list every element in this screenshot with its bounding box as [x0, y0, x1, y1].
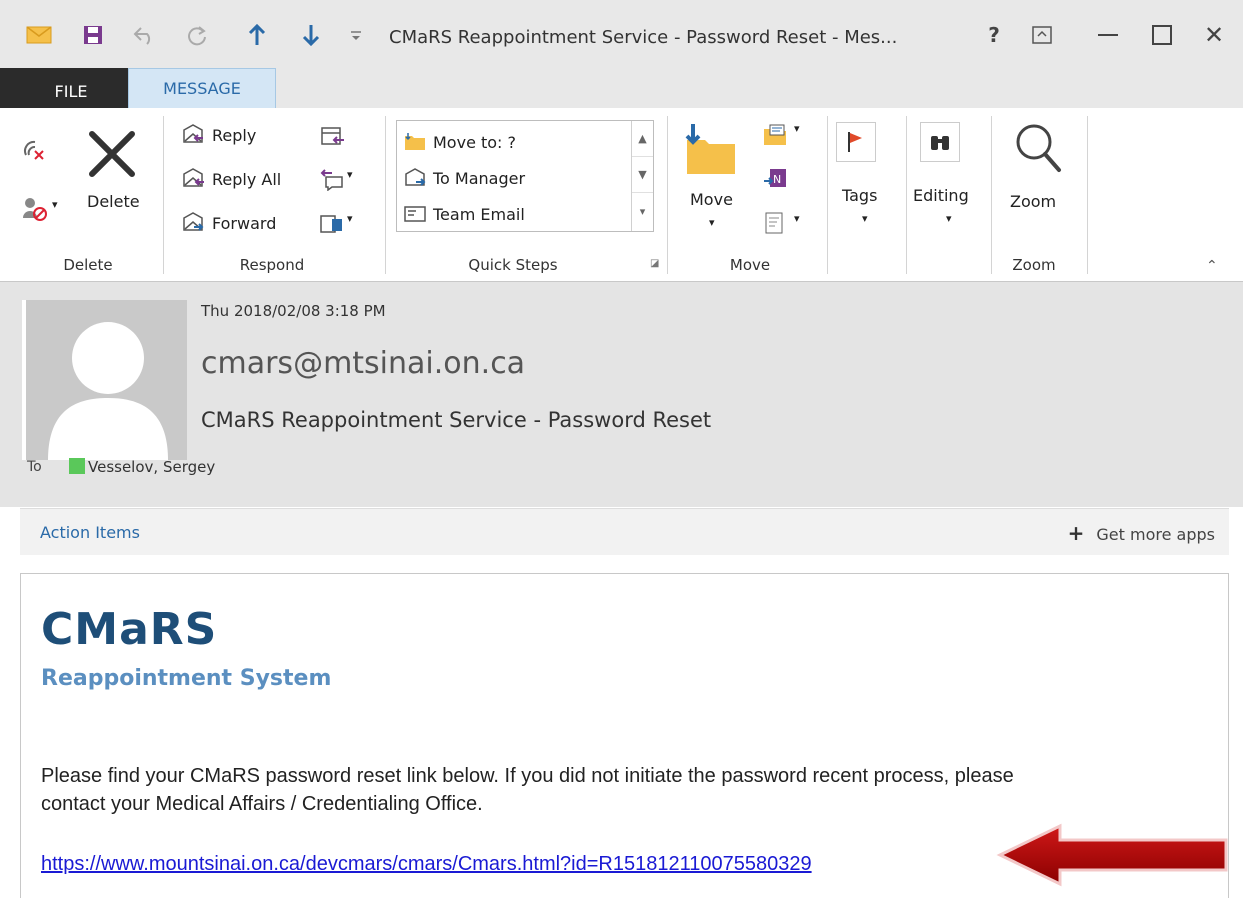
presence-indicator: [69, 458, 85, 474]
svg-text:N: N: [773, 173, 781, 186]
flag-icon[interactable]: [836, 122, 876, 162]
move-folder-icon[interactable]: [682, 120, 740, 180]
actions-dropdown-icon[interactable]: ▾: [794, 212, 800, 225]
editing-dropdown-icon[interactable]: ▾: [946, 212, 952, 225]
tags-dropdown-icon[interactable]: ▾: [862, 212, 868, 225]
junk-dropdown-icon[interactable]: ▾: [52, 198, 58, 211]
quick-step-team-email[interactable]: Team Email: [403, 199, 525, 229]
tab-row: FILE MESSAGE: [0, 68, 1243, 108]
zoom-group-label: Zoom: [1012, 256, 1056, 274]
group-separator: [991, 116, 992, 274]
reply-all-icon: [180, 166, 206, 192]
delete-x-icon[interactable]: [82, 124, 142, 184]
close-button[interactable]: ✕: [1196, 18, 1232, 52]
more-respond-icon[interactable]: [318, 210, 346, 238]
save-icon[interactable]: [76, 20, 110, 50]
password-reset-link[interactable]: https://www.mountsinai.on.ca/devcmars/cm…: [41, 853, 812, 876]
quick-steps-scrollbar[interactable]: ▲ ▼ ▾: [631, 121, 653, 231]
forward-button[interactable]: Forward: [212, 214, 276, 233]
zoom-magnifier-icon[interactable]: [1010, 118, 1066, 178]
scroll-down-icon[interactable]: ▼: [632, 157, 653, 193]
person-placeholder-icon: [48, 322, 168, 460]
im-reply-icon[interactable]: [318, 166, 346, 194]
customize-qat-icon[interactable]: [344, 20, 368, 50]
quick-steps-group-label: Quick Steps: [468, 256, 558, 274]
action-items-link[interactable]: Action Items: [40, 523, 140, 542]
help-button[interactable]: ?: [976, 18, 1012, 52]
group-separator: [667, 116, 668, 274]
window-title: CMaRS Reappointment Service - Password R…: [389, 27, 898, 48]
scroll-up-icon[interactable]: ▲: [632, 121, 653, 157]
avatar: [22, 300, 187, 460]
group-separator: [385, 116, 386, 274]
folder-icon: [403, 133, 427, 151]
cmars-logo-subtitle: Reappointment System: [41, 666, 332, 691]
move-group-label: Move: [729, 256, 771, 274]
meeting-reply-icon[interactable]: [318, 122, 346, 150]
email-icon: [403, 205, 427, 223]
plus-icon: +: [1067, 521, 1085, 545]
rules-dropdown-icon[interactable]: ▾: [794, 122, 800, 135]
move-dropdown-icon[interactable]: ▾: [709, 216, 715, 229]
get-more-apps-button[interactable]: + Get more apps: [1068, 521, 1215, 545]
tags-button[interactable]: Tags: [842, 186, 877, 205]
message-subject: CMaRS Reappointment Service - Password R…: [201, 408, 712, 432]
quick-step-move-to[interactable]: Move to: ?: [403, 127, 516, 157]
zoom-button[interactable]: Zoom: [1010, 192, 1056, 211]
reply-all-button[interactable]: Reply All: [212, 170, 281, 189]
delete-group-label: Delete: [63, 256, 113, 274]
previous-item-icon[interactable]: [240, 20, 274, 50]
actions-icon[interactable]: [760, 208, 790, 238]
message-date: Thu 2018/02/08 3:18 PM: [201, 302, 386, 320]
more-respond-dropdown-icon[interactable]: ▾: [347, 212, 353, 225]
undo-icon[interactable]: [128, 20, 162, 50]
minimize-button[interactable]: [1090, 18, 1126, 52]
redo-icon[interactable]: [180, 20, 214, 50]
junk-icon[interactable]: [20, 192, 50, 226]
next-item-icon[interactable]: [294, 20, 328, 50]
move-button[interactable]: Move: [690, 190, 733, 209]
reply-icon: [180, 122, 206, 148]
group-separator: [1087, 116, 1088, 274]
ignore-icon[interactable]: [20, 134, 50, 164]
find-binoculars-icon[interactable]: [920, 122, 960, 162]
editing-button[interactable]: Editing: [913, 186, 969, 205]
cmars-logo-title: CMaRS: [41, 604, 218, 655]
maximize-button[interactable]: [1144, 18, 1180, 52]
to-label: To: [27, 459, 42, 475]
title-bar: CMaRS Reappointment Service - Password R…: [0, 0, 1243, 68]
group-separator: [827, 116, 828, 274]
forward-icon: [180, 210, 206, 236]
tab-message[interactable]: MESSAGE: [128, 68, 276, 108]
rules-icon[interactable]: [760, 120, 790, 150]
group-separator: [163, 116, 164, 274]
ribbon-display-options-icon[interactable]: [1024, 18, 1060, 52]
body-paragraph: Please find your CMaRS password reset li…: [41, 765, 1014, 815]
ribbon: ▾ Delete Delete Reply Reply All Forward …: [0, 108, 1243, 282]
gallery-more-icon[interactable]: ▾: [632, 193, 653, 229]
reply-button[interactable]: Reply: [212, 126, 256, 145]
red-arrow-annotation: [996, 823, 1228, 887]
onenote-icon[interactable]: N: [760, 164, 790, 194]
dialog-launcher-icon[interactable]: ◪: [650, 258, 659, 269]
group-separator: [906, 116, 907, 274]
respond-group-label: Respond: [239, 256, 305, 274]
im-dropdown-icon[interactable]: ▾: [347, 168, 353, 181]
recipient-name[interactable]: Vesselov, Sergey: [88, 458, 215, 476]
tab-file-label[interactable]: FILE: [28, 74, 114, 108]
envelope-icon[interactable]: [22, 20, 56, 50]
sender-address[interactable]: cmars@mtsinai.on.ca: [201, 346, 525, 381]
action-bar: Action Items + Get more apps: [20, 508, 1229, 555]
forward-mail-icon: [403, 168, 427, 188]
quick-steps-gallery: Move to: ? To Manager Team Email ▲ ▼ ▾: [396, 120, 654, 232]
quick-step-to-manager[interactable]: To Manager: [403, 163, 525, 193]
delete-button[interactable]: Delete: [87, 192, 140, 211]
collapse-ribbon-icon[interactable]: ⌃: [1206, 258, 1218, 274]
